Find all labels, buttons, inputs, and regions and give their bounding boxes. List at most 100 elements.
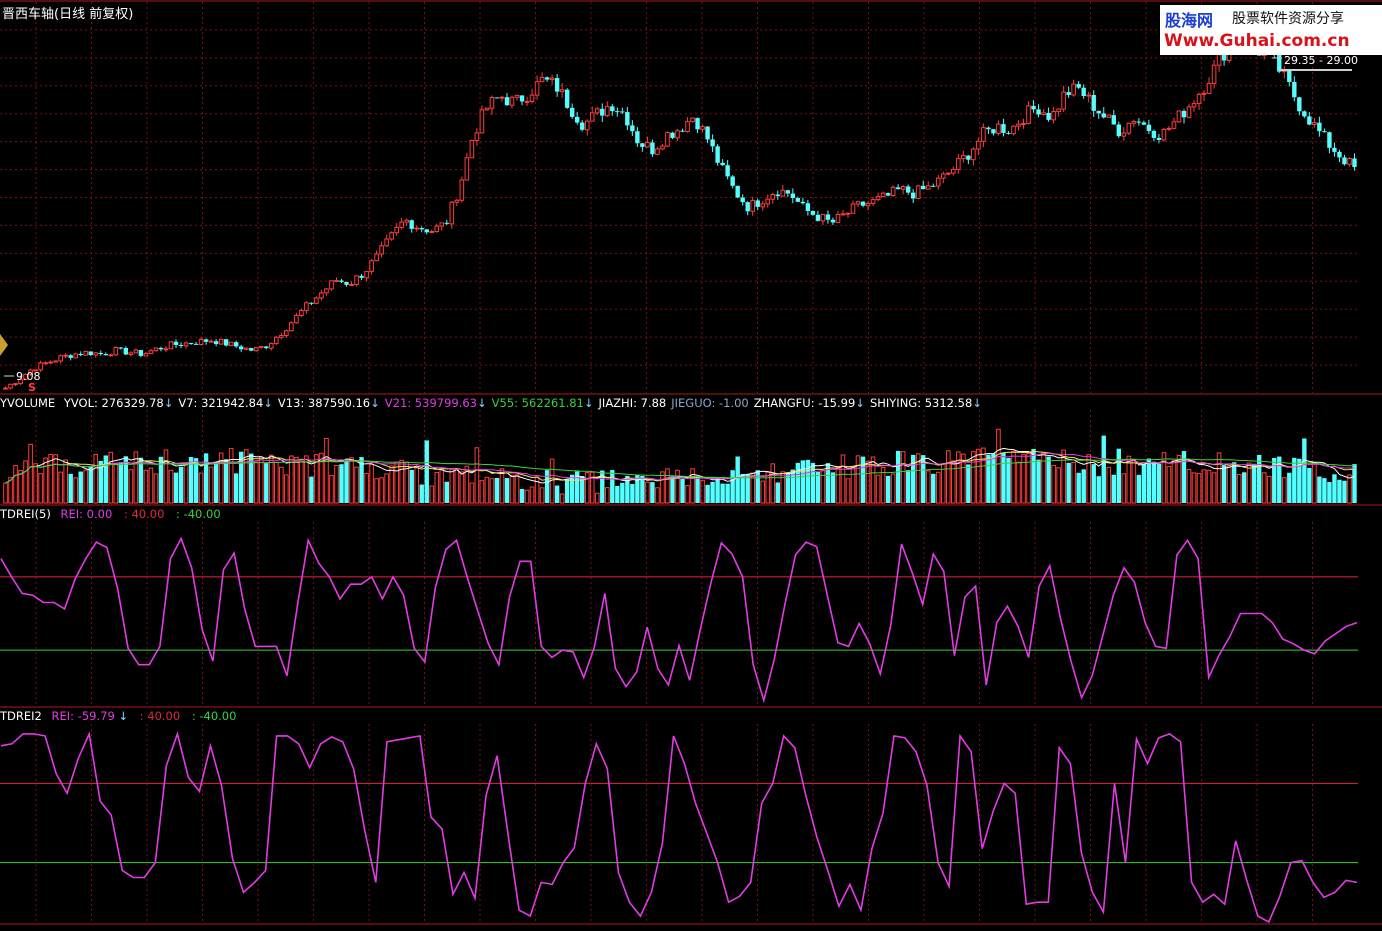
candle-body: [630, 125, 635, 132]
volume-bar: [434, 471, 440, 504]
rei2-upper-value: : 40.00: [139, 709, 181, 723]
candle-body: [514, 94, 520, 98]
candle-body: [1016, 123, 1021, 127]
volume-bar: [785, 472, 791, 503]
candle-body: [931, 185, 936, 187]
volume-bar: [284, 474, 289, 504]
candle-body: [870, 199, 876, 204]
volume-trend-arrow: ↓: [370, 396, 380, 410]
candle-body: [1136, 121, 1142, 123]
candle-body: [1161, 128, 1167, 141]
candle-body: [584, 120, 590, 131]
candle-body: [1046, 112, 1051, 120]
candle-body: [895, 187, 901, 190]
volume-bar: [93, 454, 99, 504]
candle-body: [369, 260, 374, 272]
candle-body: [645, 142, 650, 148]
volume-bar: [710, 481, 715, 503]
candle-body: [554, 78, 560, 92]
volume-bar: [1171, 460, 1177, 504]
volume-bar: [173, 472, 179, 503]
candle-body: [695, 118, 700, 130]
volume-bar: [730, 470, 735, 503]
volume-bar: [1086, 454, 1092, 504]
candle-body: [299, 310, 304, 316]
volume-bar: [83, 469, 89, 504]
candle-body: [685, 121, 690, 133]
volume-bar: [103, 455, 109, 503]
candle-body: [98, 352, 103, 355]
volume-bar: [805, 459, 811, 503]
candle-body: [399, 221, 404, 228]
candle-body: [1201, 92, 1207, 95]
window-title: 晋西车轴(日线 前复权): [2, 7, 134, 22]
volume-bar: [1322, 478, 1327, 503]
rei2-indicator-name: TDREI2: [0, 709, 42, 723]
candle-body: [880, 192, 886, 198]
volume-bar: [1281, 477, 1287, 504]
volume-bar: [780, 471, 786, 504]
candle-body: [971, 148, 976, 161]
candle-body: [705, 126, 710, 140]
candle-body: [153, 347, 159, 352]
candle-body: [1061, 91, 1066, 110]
price-high-label: 29.35 - 29.00: [1284, 54, 1358, 67]
candle-body: [640, 143, 645, 147]
volume-legend-item: V55: 562261.81: [491, 396, 584, 410]
candle-body: [720, 162, 725, 166]
volume-bar: [996, 428, 1001, 504]
candle-body: [8, 383, 13, 389]
rei1-rei-line: [0, 536, 1358, 704]
volume-trend-arrow: ↓: [583, 396, 594, 410]
candle-body: [1287, 70, 1292, 82]
candle-body: [474, 132, 480, 141]
volume-bar: [203, 453, 209, 503]
volume-bar: [1116, 448, 1121, 503]
candle-body: [1066, 92, 1071, 95]
volume-bar: [1071, 461, 1076, 504]
rei2-legend: TDREI2 REI: -59.79 ↓ : 40.00 : -40.00: [0, 709, 236, 723]
volume-legend-items: YVOL: 276329.78↓ V7: 321942.84↓ V13: 38759…: [59, 396, 982, 410]
candle-body: [534, 81, 540, 96]
volume-bar: [1166, 466, 1172, 504]
stock-chart[interactable]: [0, 0, 1382, 927]
volume-bar: [539, 487, 545, 504]
candle-body: [1332, 147, 1337, 152]
candle-body: [223, 339, 229, 346]
volume-bar: [108, 451, 114, 504]
candle-body: [875, 196, 881, 201]
candle-body: [504, 97, 510, 106]
candle-body: [1302, 111, 1307, 117]
volume-bar: [18, 469, 23, 504]
candle-body: [986, 127, 991, 130]
candle-body: [966, 155, 971, 160]
candle-body: [334, 280, 339, 283]
volume-bar: [1332, 474, 1337, 503]
volume-bar: [424, 440, 429, 503]
volume-bar: [1266, 475, 1272, 504]
volume-trend-arrow: ↓: [163, 396, 174, 410]
candle-body: [48, 361, 53, 364]
volume-bar: [1287, 472, 1292, 503]
volume-bar: [594, 492, 600, 504]
volume-bar: [459, 471, 465, 504]
volume-bar: [374, 478, 379, 504]
volume-bar: [640, 475, 645, 503]
volume-bar: [900, 451, 906, 504]
candle-body: [976, 140, 981, 150]
scroll-left-handle[interactable]: [0, 334, 8, 356]
volume-legend: YVOLUME YVOL: 276329.78↓ V7: 321942.84↓ V1…: [0, 396, 982, 410]
candle-body: [1006, 132, 1011, 134]
candle-body: [268, 342, 274, 349]
candle-body: [1086, 94, 1092, 97]
candle-body: [745, 202, 750, 212]
volume-bar: [429, 485, 435, 504]
volume-bar: [1136, 474, 1142, 503]
candle-body: [1031, 105, 1036, 110]
volume-bar: [384, 473, 389, 504]
volume-bar: [1327, 482, 1332, 503]
candle-body: [394, 226, 399, 234]
candle-body: [133, 349, 139, 354]
candle-body: [469, 139, 475, 159]
volume-bar: [564, 479, 570, 503]
